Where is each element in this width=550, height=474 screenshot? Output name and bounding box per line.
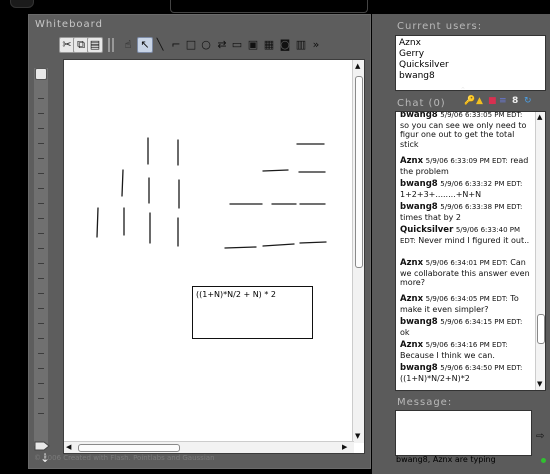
ruler-tick xyxy=(38,248,44,249)
ruler-tick xyxy=(38,398,44,399)
ruler-tick xyxy=(38,323,44,324)
font-size-icon[interactable]: 8 xyxy=(512,96,518,106)
ruler-tick xyxy=(38,233,44,234)
ruler-tick xyxy=(38,113,44,114)
pointer-icon[interactable]: ↖ xyxy=(137,37,153,53)
canvas-vertical-scrollbar[interactable]: ▲ ▼ xyxy=(352,60,364,443)
drawing-strokes xyxy=(96,137,327,249)
message-input[interactable] xyxy=(395,410,532,456)
ruler-tick xyxy=(38,383,44,384)
whiteboard-panel: Whiteboard ✂ ⧉ ▤ ☝ ↖ ╲ ⌐ □ ○ ⇄ ▭ ▣ ▦ ◙ ▥… xyxy=(28,14,371,469)
ellipse-icon[interactable]: ○ xyxy=(199,38,213,52)
zoom-ruler[interactable] xyxy=(34,68,50,451)
typing-status: bwang8, Aznx are typing xyxy=(396,455,496,464)
arrow-shape-icon[interactable]: ⇄ xyxy=(215,38,229,52)
ruler-tick xyxy=(38,218,44,219)
chat-scroll-thumb[interactable] xyxy=(537,314,545,344)
ruler-bottom-handle[interactable] xyxy=(34,436,50,451)
horizontal-scroll-thumb[interactable] xyxy=(78,444,180,452)
ruler-tick xyxy=(38,263,44,264)
refresh-icon[interactable]: ↻ xyxy=(524,96,532,106)
message-title: Message: xyxy=(397,397,453,408)
key-icon[interactable]: 🔑 xyxy=(464,96,475,106)
top-strip xyxy=(0,0,550,14)
warning-icon[interactable]: ▲ xyxy=(476,96,483,106)
ruler-tick xyxy=(38,188,44,189)
whiteboard-footer: © 2006 Created with Flash. Pointlabs and… xyxy=(34,454,215,462)
formula-textbox[interactable]: ((1+N)*N/2 + N) * 2 xyxy=(192,286,313,339)
media-icon[interactable]: ▥ xyxy=(294,38,308,52)
chat-title: Chat (0) xyxy=(397,98,446,109)
toolbar-divider xyxy=(108,38,110,52)
list-icon[interactable]: ≡ xyxy=(499,96,507,106)
text-tool-icon[interactable]: ▦ xyxy=(262,38,276,52)
ruler-tick xyxy=(38,128,44,129)
color-icon[interactable]: ■ xyxy=(488,96,497,106)
window-knob xyxy=(10,0,34,8)
top-tab xyxy=(170,0,368,13)
user-item[interactable]: Gerry xyxy=(399,49,424,59)
ruler-tick xyxy=(38,143,44,144)
scroll-left-icon[interactable]: ◀ xyxy=(66,443,71,452)
chat-message: Aznx 5/9/06 6:33:09 PM EDT: read the pro… xyxy=(400,156,529,176)
hand-icon[interactable]: ☝ xyxy=(121,38,135,52)
ruler-tick xyxy=(38,413,44,414)
online-status-icon xyxy=(541,458,546,463)
shape-icon[interactable]: ▭ xyxy=(230,38,244,52)
ruler-tick xyxy=(38,338,44,339)
users-title: Current users: xyxy=(397,21,483,32)
send-icon[interactable]: ⇨ xyxy=(536,431,544,442)
whiteboard-app: Whiteboard ✂ ⧉ ▤ ☝ ↖ ╲ ⌐ □ ○ ⇄ ▭ ▣ ▦ ◙ ▥… xyxy=(0,0,550,474)
user-item[interactable]: Quicksilver xyxy=(399,60,449,70)
scroll-down-icon[interactable]: ▼ xyxy=(355,432,360,441)
canvas-horizontal-scrollbar[interactable]: ◀ ▶ xyxy=(64,441,354,453)
whiteboard-title: Whiteboard xyxy=(35,19,103,30)
ruler-tick xyxy=(38,173,44,174)
camera-icon[interactable]: ◙ xyxy=(278,38,292,52)
rectangle-icon[interactable]: □ xyxy=(184,38,198,52)
chat-scroll-down-icon[interactable]: ▼ xyxy=(537,380,542,389)
more-tools-icon[interactable]: » xyxy=(309,38,323,52)
toolbar-divider xyxy=(112,38,114,52)
ruler-top-handle[interactable] xyxy=(35,68,47,80)
ruler-tick xyxy=(38,158,44,159)
ruler-tick xyxy=(38,353,44,354)
chat-log[interactable]: bwang8 5/9/06 6:33:05 PM EDT: so you can… xyxy=(395,111,546,391)
chat-message: bwang8 5/9/06 6:33:32 PM EDT: 1+2+3+....… xyxy=(400,179,523,199)
chat-message: Aznx 5/9/06 6:34:05 PM EDT: To make it e… xyxy=(400,294,519,314)
line-icon[interactable]: ╲ xyxy=(153,38,167,52)
connector-icon[interactable]: ⌐ xyxy=(169,38,183,52)
ruler-tick xyxy=(38,278,44,279)
chat-message: bwang8 5/9/06 6:33:38 PM EDT: times that… xyxy=(400,202,523,222)
users-list: Aznx Gerry Quicksilver bwang8 xyxy=(395,35,546,91)
scroll-up-icon[interactable]: ▲ xyxy=(355,62,360,71)
whiteboard-canvas-frame: ((1+N)*N/2 + N) * 2 ▲ ▼ ◀ ▶ xyxy=(63,59,365,454)
paste-icon[interactable]: ▤ xyxy=(87,37,103,53)
chat-message: bwang8 5/9/06 6:33:05 PM EDT: so you can… xyxy=(400,111,527,149)
ruler-tick xyxy=(38,203,44,204)
user-item[interactable]: Aznx xyxy=(399,38,421,48)
side-panel: Current users: Aznx Gerry Quicksilver bw… xyxy=(372,14,550,474)
resize-caret-icon[interactable]: ⌃ xyxy=(460,86,466,94)
scroll-right-icon[interactable]: ▶ xyxy=(342,443,347,452)
user-item[interactable]: bwang8 xyxy=(399,71,435,81)
chat-message: Quicksilver 5/9/06 6:33:40 PM EDT: Never… xyxy=(400,225,530,245)
image-icon[interactable]: ▣ xyxy=(246,38,260,52)
formula-text: ((1+N)*N/2 + N) * 2 xyxy=(196,290,276,299)
ruler-tick xyxy=(38,368,44,369)
chat-message: Aznx 5/9/06 6:34:01 PM EDT: Can we colla… xyxy=(400,258,530,288)
ruler-tick xyxy=(38,293,44,294)
chat-message: bwang8 5/9/06 6:34:15 PM EDT: ok xyxy=(400,317,523,337)
vertical-scroll-thumb[interactable] xyxy=(355,76,363,268)
chat-message: Aznx 5/9/06 6:34:16 PM EDT: Because I th… xyxy=(400,340,508,360)
ruler-tick xyxy=(38,308,44,309)
ruler-tick xyxy=(38,98,44,99)
whiteboard-canvas[interactable]: ((1+N)*N/2 + N) * 2 xyxy=(64,60,354,443)
whiteboard-toolbar: ✂ ⧉ ▤ ☝ ↖ ╲ ⌐ □ ○ ⇄ ▭ ▣ ▦ ◙ ▥ » xyxy=(33,36,366,58)
chat-message: bwang8 5/9/06 6:34:50 PM EDT: ((1+N)*N/2… xyxy=(400,363,523,383)
chat-scrollbar[interactable]: ▲ ▼ xyxy=(535,112,545,390)
chat-scroll-up-icon[interactable]: ▲ xyxy=(537,113,542,122)
